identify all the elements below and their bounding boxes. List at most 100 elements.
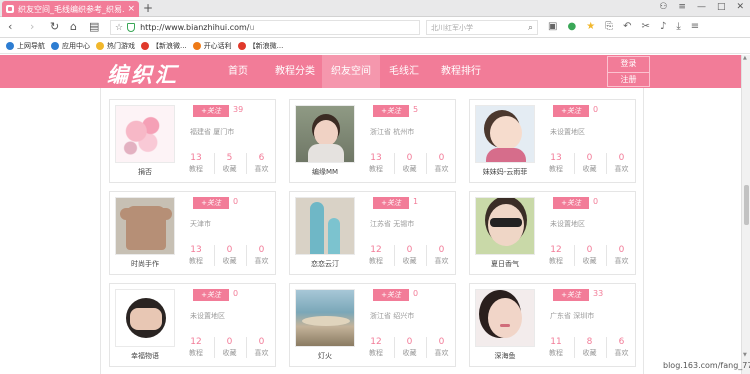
user-card[interactable]: 灯火 +关注 0 浙江省 绍兴市 12 教程 0 收藏 0 喜欢 bbox=[289, 283, 456, 367]
bookmark-item[interactable]: 开心话利 bbox=[192, 41, 232, 51]
home-icon[interactable]: ⌂ bbox=[70, 20, 77, 33]
reader-icon[interactable]: ▤ bbox=[89, 20, 99, 33]
nav-yarn[interactable]: 毛线汇 bbox=[380, 55, 428, 88]
likes-stat[interactable]: 0 喜欢 bbox=[606, 245, 636, 266]
likes-stat[interactable]: 0 喜欢 bbox=[246, 337, 276, 358]
user-card[interactable]: 编缘MM +关注 5 浙江省 杭州市 13 教程 0 收藏 0 喜欢 bbox=[289, 99, 456, 183]
new-tab-icon[interactable]: + bbox=[143, 1, 153, 15]
follow-button[interactable]: +关注 bbox=[373, 289, 409, 301]
tutorials-stat[interactable]: 11 教程 bbox=[541, 337, 571, 358]
refresh-icon[interactable]: ↻ bbox=[50, 20, 59, 33]
user-avatar[interactable] bbox=[475, 289, 535, 347]
scroll-up-icon[interactable]: ▲ bbox=[743, 55, 747, 61]
bookmark-item[interactable]: 【新浪微... bbox=[237, 41, 283, 51]
tutorials-stat[interactable]: 12 教程 bbox=[181, 337, 211, 358]
user-avatar[interactable] bbox=[295, 197, 355, 255]
user-card[interactable]: 夏日香气 +关注 0 未设置地区 12 教程 0 收藏 0 喜欢 bbox=[469, 191, 636, 275]
search-box[interactable]: 北川红军小学 ⌕ bbox=[426, 20, 538, 35]
bookmark-item[interactable]: 应用中心 bbox=[51, 41, 90, 51]
scroll-down-icon[interactable]: ▼ bbox=[743, 352, 747, 358]
user-card[interactable]: 恋恋云汀 +关注 1 江苏省 无锡市 12 教程 0 收藏 0 喜欢 bbox=[289, 191, 456, 275]
chat-icon[interactable]: ● bbox=[567, 21, 576, 32]
menu-icon[interactable]: ≡ bbox=[678, 2, 686, 12]
download-icon[interactable]: ⤓ bbox=[676, 21, 680, 32]
user-card[interactable]: 幸福物语 +关注 0 未设置地区 12 教程 0 收藏 0 喜欢 bbox=[109, 283, 276, 367]
train-icon[interactable]: ▣ bbox=[548, 21, 557, 32]
bookmark-item[interactable]: 上网导航 bbox=[6, 41, 45, 51]
nav-tutorial-ranking[interactable]: 教程排行 bbox=[432, 55, 490, 88]
follow-button[interactable]: +关注 bbox=[553, 289, 589, 301]
favorites-stat[interactable]: 5 收藏 bbox=[214, 153, 244, 174]
bookmark-item[interactable]: 【新浪微... bbox=[141, 41, 187, 51]
user-avatar[interactable] bbox=[295, 105, 355, 163]
sound-icon[interactable]: ♪ bbox=[660, 21, 666, 32]
likes-stat[interactable]: 6 喜欢 bbox=[246, 153, 276, 174]
page-scrollbar[interactable]: ▲ ▼ bbox=[741, 55, 750, 374]
user-card[interactable]: 妹妹妈-云雨菲 +关注 0 未设置地区 13 教程 0 收藏 0 喜欢 bbox=[469, 99, 636, 183]
user-name[interactable]: 妹妹妈-云雨菲 bbox=[470, 167, 540, 177]
login-button[interactable]: 登录 bbox=[608, 57, 649, 72]
follow-button[interactable]: +关注 bbox=[373, 105, 409, 117]
follow-button[interactable]: +关注 bbox=[193, 197, 229, 209]
user-avatar[interactable] bbox=[115, 105, 175, 163]
back-icon[interactable]: ‹ bbox=[8, 20, 12, 33]
scissors-icon[interactable]: ✂ bbox=[642, 21, 650, 32]
nav-home[interactable]: 首页 bbox=[219, 55, 257, 88]
search-icon[interactable]: ⌕ bbox=[528, 23, 533, 33]
user-name[interactable]: 恋恋云汀 bbox=[290, 259, 360, 269]
site-logo[interactable]: 编织汇 bbox=[107, 59, 179, 89]
url-bar[interactable]: ☆ http://www.bianzhihui.com/u bbox=[110, 20, 420, 35]
user-avatar[interactable] bbox=[295, 289, 355, 347]
favorites-stat[interactable]: 0 收藏 bbox=[214, 245, 244, 266]
favorites-stat[interactable]: 0 收藏 bbox=[214, 337, 244, 358]
follow-button[interactable]: +关注 bbox=[373, 197, 409, 209]
user-card[interactable]: 时尚手作 +关注 0 天津市 13 教程 0 收藏 0 喜欢 bbox=[109, 191, 276, 275]
follow-button[interactable]: +关注 bbox=[553, 197, 589, 209]
favorites-stat[interactable]: 0 收藏 bbox=[394, 245, 424, 266]
likes-stat[interactable]: 0 喜欢 bbox=[606, 153, 636, 174]
user-avatar[interactable] bbox=[475, 197, 535, 255]
scroll-thumb[interactable] bbox=[744, 185, 749, 225]
favorites-stat[interactable]: 8 收藏 bbox=[574, 337, 604, 358]
follow-button[interactable]: +关注 bbox=[193, 105, 229, 117]
search-input[interactable]: 北川红军小学 bbox=[431, 23, 473, 33]
user-card[interactable]: 深海鱼 +关注 33 广东省 深圳市 11 教程 8 收藏 6 喜欢 bbox=[469, 283, 636, 367]
user-name[interactable]: 深海鱼 bbox=[470, 351, 540, 361]
user-avatar[interactable] bbox=[115, 197, 175, 255]
nav-tutorial-categories[interactable]: 教程分类 bbox=[266, 55, 324, 88]
tutorials-stat[interactable]: 13 教程 bbox=[541, 153, 571, 174]
clip-icon[interactable]: ⎘ bbox=[605, 21, 613, 32]
close-window-icon[interactable]: ✕ bbox=[736, 2, 744, 12]
bookmark-item[interactable]: 热门游戏 bbox=[96, 41, 135, 51]
likes-stat[interactable]: 0 喜欢 bbox=[426, 337, 456, 358]
user-name[interactable]: 幸福物语 bbox=[110, 351, 180, 361]
forward-icon[interactable]: › bbox=[30, 20, 34, 33]
more-icon[interactable]: ≡ bbox=[691, 21, 699, 32]
register-button[interactable]: 注册 bbox=[608, 72, 649, 87]
undo-icon[interactable]: ↶ bbox=[623, 21, 631, 32]
tutorials-stat[interactable]: 13 教程 bbox=[181, 245, 211, 266]
close-tab-icon[interactable]: × bbox=[127, 4, 135, 14]
user-name[interactable]: 编缘MM bbox=[290, 167, 360, 177]
favorites-stat[interactable]: 0 收藏 bbox=[394, 153, 424, 174]
follow-button[interactable]: +关注 bbox=[193, 289, 229, 301]
user-name[interactable]: 捐否 bbox=[110, 167, 180, 177]
favorite-star-icon[interactable]: ☆ bbox=[115, 23, 123, 33]
tutorials-stat[interactable]: 13 教程 bbox=[361, 153, 391, 174]
account-icon[interactable]: ⚇ bbox=[659, 2, 667, 12]
favorites-icon[interactable]: ★ bbox=[586, 21, 595, 32]
maximize-icon[interactable]: □ bbox=[717, 2, 726, 12]
user-name[interactable]: 时尚手作 bbox=[110, 259, 180, 269]
tutorials-stat[interactable]: 13 教程 bbox=[181, 153, 211, 174]
follow-button[interactable]: +关注 bbox=[553, 105, 589, 117]
tutorials-stat[interactable]: 12 教程 bbox=[541, 245, 571, 266]
favorites-stat[interactable]: 0 收藏 bbox=[394, 337, 424, 358]
favorites-stat[interactable]: 0 收藏 bbox=[574, 245, 604, 266]
user-card[interactable]: 捐否 +关注 39 福建省 厦门市 13 教程 5 收藏 6 喜欢 bbox=[109, 99, 276, 183]
nav-knitter-space[interactable]: 织友空间 bbox=[322, 55, 380, 88]
favorites-stat[interactable]: 0 收藏 bbox=[574, 153, 604, 174]
likes-stat[interactable]: 6 喜欢 bbox=[606, 337, 636, 358]
tutorials-stat[interactable]: 12 教程 bbox=[361, 245, 391, 266]
browser-tab[interactable]: 织友空间_毛线编织参考_织易... × bbox=[2, 1, 139, 17]
likes-stat[interactable]: 0 喜欢 bbox=[426, 245, 456, 266]
